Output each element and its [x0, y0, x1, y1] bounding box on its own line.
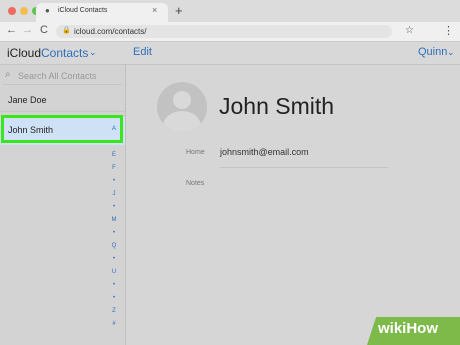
user-menu-button[interactable]: Quinn — [418, 46, 447, 58]
reload-icon[interactable]: C — [40, 24, 48, 36]
index-letter[interactable]: E — [108, 152, 120, 158]
browser-tab[interactable]: ● iCloud Contacts × — [36, 3, 168, 22]
back-icon[interactable]: ← — [6, 24, 17, 36]
section-switcher[interactable]: Contacts — [41, 46, 88, 60]
search-icon: ⌕ — [5, 69, 11, 80]
watermark-logo: wikiHow — [378, 320, 439, 337]
index-dot[interactable]: • — [108, 230, 120, 236]
index-letter[interactable]: Q — [108, 243, 120, 249]
apple-icon: ● — [45, 6, 50, 15]
index-dot[interactable]: • — [108, 256, 120, 262]
url-field[interactable]: 🔒 icloud.com/contacts/ — [56, 25, 392, 38]
avatar-body — [163, 111, 201, 132]
contact-title: John Smith — [219, 93, 335, 119]
forward-icon[interactable]: → — [22, 24, 33, 36]
app-header: iCloud Contacts ⌄ Edit Quinn ⌄ — [0, 42, 460, 65]
url-text: icloud.com/contacts/ — [74, 27, 147, 36]
tab-title: iCloud Contacts — [58, 7, 108, 14]
search-input[interactable]: ⌕ Search All Contacts — [3, 67, 122, 85]
user-chevron-down-icon[interactable]: ⌄ — [447, 47, 455, 58]
index-dot[interactable]: • — [108, 295, 120, 301]
minimize-window-button[interactable] — [20, 7, 28, 15]
tab-close-icon[interactable]: × — [152, 5, 157, 15]
browser-menu-icon[interactable]: ⋮ — [443, 24, 454, 37]
index-letter[interactable]: F — [108, 165, 120, 171]
index-dot[interactable]: • — [108, 204, 120, 210]
edit-button[interactable]: Edit — [133, 46, 152, 58]
index-letter[interactable]: M — [108, 217, 120, 223]
index-letter[interactable]: Z — [108, 308, 120, 314]
home-email-label: Home — [186, 149, 205, 156]
browser-tab-bar: ● iCloud Contacts × + — [0, 0, 460, 22]
new-tab-icon[interactable]: + — [175, 3, 183, 18]
contact-list-item[interactable]: Jane Doe — [0, 89, 125, 112]
address-bar-row: ← → C 🔒 icloud.com/contacts/ ☆ ⋮ — [0, 22, 460, 42]
bookmark-star-icon[interactable]: ☆ — [405, 25, 414, 36]
contacts-sidebar: ⌕ Search All Contacts Jane Doe John Smit… — [0, 65, 126, 345]
field-divider — [220, 167, 388, 168]
avatar-head — [173, 91, 191, 109]
chevron-down-icon[interactable]: ⌄ — [89, 47, 97, 58]
index-letter[interactable]: J — [108, 191, 120, 197]
index-letter[interactable]: # — [108, 321, 120, 327]
brand-title: iCloud — [7, 46, 42, 60]
index-dot[interactable]: • — [108, 282, 120, 288]
home-email-value[interactable]: johnsmith@email.com — [220, 147, 309, 157]
notes-label: Notes — [186, 180, 205, 187]
avatar — [157, 82, 207, 132]
close-window-button[interactable] — [8, 7, 16, 15]
index-letter[interactable]: U — [108, 269, 120, 275]
index-dot[interactable]: • — [108, 178, 120, 184]
search-placeholder: Search All Contacts — [18, 71, 97, 81]
highlight-frame — [1, 115, 123, 143]
contact-name: Jane Doe — [8, 95, 47, 105]
lock-icon: 🔒 — [62, 27, 71, 34]
